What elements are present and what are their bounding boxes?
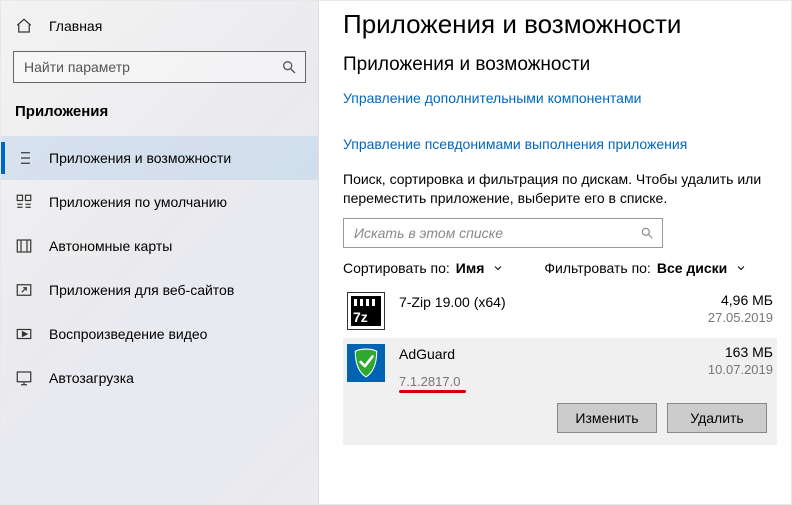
app-info: 7-Zip 19.00 (x64): [399, 292, 683, 310]
search-icon[interactable]: [640, 226, 654, 240]
shield-icon: [352, 348, 380, 378]
video-icon: [15, 325, 33, 343]
7z-icon: 7z: [351, 296, 381, 326]
main-content: Приложения и возможности Приложения и во…: [319, 1, 791, 504]
defaults-icon: [15, 193, 33, 211]
sidebar-item-label: Приложения и возможности: [49, 150, 231, 166]
home-icon: [15, 17, 33, 35]
settings-search[interactable]: [13, 51, 306, 83]
link-execution-aliases[interactable]: Управление псевдонимами выполнения прило…: [343, 136, 777, 152]
map-icon: [15, 237, 33, 255]
filter-label: Фильтровать по:: [544, 260, 650, 276]
description-text: Поиск, сортировка и фильтрация по дискам…: [343, 170, 777, 208]
app-meta: 4,96 МБ 27.05.2019: [683, 292, 773, 325]
app-size: 163 МБ: [683, 344, 773, 360]
search-icon[interactable]: [281, 59, 297, 75]
apps-list: 7z 7-Zip 19.00 (x64) 4,96 МБ 27.05.2019: [343, 286, 777, 445]
chevron-down-icon: [492, 262, 504, 274]
sidebar: Главная Приложения Приложения: [1, 1, 319, 504]
sidebar-item-label: Автозагрузка: [49, 370, 134, 386]
window-root: Главная Приложения Приложения: [0, 0, 792, 505]
filter-dropdown[interactable]: Фильтровать по: Все диски: [544, 260, 747, 276]
app-name: 7-Zip 19.00 (x64): [399, 294, 683, 310]
home-link[interactable]: Главная: [1, 11, 318, 45]
home-label: Главная: [49, 18, 102, 34]
sidebar-item-websites[interactable]: Приложения для веб-сайтов: [1, 268, 318, 312]
app-date: 27.05.2019: [683, 310, 773, 325]
sidebar-item-label: Воспроизведение видео: [49, 326, 207, 342]
app-name: AdGuard: [399, 346, 683, 362]
list-icon: [15, 149, 33, 167]
sort-filter-bar: Сортировать по: Имя Фильтровать по: Все …: [343, 260, 777, 276]
sidebar-item-startup[interactable]: Автозагрузка: [1, 356, 318, 400]
link-optional-features[interactable]: Управление дополнительными компонентами: [343, 90, 777, 106]
filter-value: Все диски: [657, 260, 727, 276]
sort-label: Сортировать по:: [343, 260, 450, 276]
sidebar-section-title: Приложения: [1, 99, 318, 130]
sort-value: Имя: [456, 260, 485, 276]
settings-search-input[interactable]: [22, 58, 281, 76]
chevron-down-icon: [735, 262, 747, 274]
modify-button[interactable]: Изменить: [557, 403, 657, 433]
app-icon: 7z: [347, 292, 385, 330]
app-date: 10.07.2019: [683, 362, 773, 377]
app-icon: [347, 344, 385, 382]
sidebar-item-offline-maps[interactable]: Автономные карты: [1, 224, 318, 268]
open-link-icon: [15, 281, 33, 299]
sort-dropdown[interactable]: Сортировать по: Имя: [343, 260, 504, 276]
app-actions: Изменить Удалить: [347, 389, 773, 439]
apps-search[interactable]: [343, 218, 663, 248]
section-heading: Приложения и возможности: [343, 54, 777, 76]
app-row-7zip[interactable]: 7z 7-Zip 19.00 (x64) 4,96 МБ 27.05.2019: [343, 286, 777, 336]
page-title: Приложения и возможности: [343, 9, 777, 40]
app-meta: 163 МБ 10.07.2019: [683, 344, 773, 377]
sidebar-item-label: Приложения по умолчанию: [49, 194, 227, 210]
app-size: 4,96 МБ: [683, 292, 773, 308]
sidebar-item-video-playback[interactable]: Воспроизведение видео: [1, 312, 318, 356]
startup-icon: [15, 369, 33, 387]
app-row-adguard[interactable]: AdGuard 7.1.2817.0 163 МБ 10.07.2019 Изм…: [343, 338, 777, 445]
app-version-text: 7.1.2817.0: [399, 374, 460, 389]
sidebar-item-apps-features[interactable]: Приложения и возможности: [1, 136, 318, 180]
sidebar-item-default-apps[interactable]: Приложения по умолчанию: [1, 180, 318, 224]
app-version: 7.1.2817.0: [399, 374, 460, 389]
uninstall-button[interactable]: Удалить: [667, 403, 767, 433]
sidebar-item-label: Приложения для веб-сайтов: [49, 282, 234, 298]
app-info: AdGuard 7.1.2817.0: [399, 344, 683, 389]
sidebar-nav: Приложения и возможности Приложения по у…: [1, 130, 318, 400]
annotation-underline: [399, 390, 466, 393]
sidebar-item-label: Автономные карты: [49, 238, 172, 254]
apps-search-input[interactable]: [352, 224, 640, 242]
